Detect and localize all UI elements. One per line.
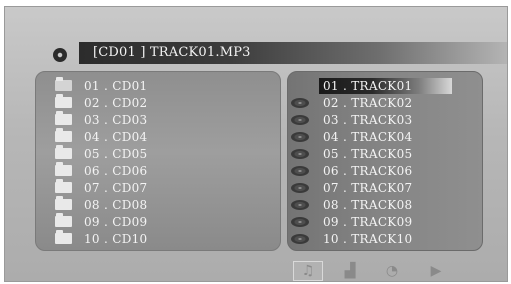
- folder-label: 05 . CD05: [84, 146, 148, 161]
- track-label: 09 . TRACK09: [323, 214, 413, 229]
- track-label: 07 . TRACK07: [323, 180, 413, 195]
- track-item[interactable]: 09 . TRACK09: [291, 213, 452, 230]
- folder-icon: [55, 94, 72, 108]
- video-mode-icon[interactable]: ▶: [421, 261, 451, 281]
- folder-item[interactable]: 04 . CD04: [55, 128, 148, 145]
- track-label: 05 . TRACK05: [323, 146, 413, 161]
- folder-label: 08 . CD08: [84, 197, 148, 212]
- track-item[interactable]: 01 . TRACK01: [291, 77, 453, 94]
- track-label: 01 . TRACK01: [319, 77, 453, 94]
- disc-icon: [53, 48, 67, 62]
- track-label: 10 . TRACK10: [323, 231, 413, 246]
- track-item[interactable]: 06 . TRACK06: [291, 162, 452, 179]
- track-item[interactable]: 04 . TRACK04: [291, 128, 452, 145]
- cd-icon: [291, 182, 309, 193]
- folder-label: 07 . CD07: [84, 180, 148, 195]
- track-label: 08 . TRACK08: [323, 197, 413, 212]
- folder-icon: [55, 196, 72, 210]
- folder-label: 03 . CD03: [84, 112, 148, 127]
- folder-item[interactable]: 05 . CD05: [55, 145, 148, 162]
- folder-label: 02 . CD02: [84, 95, 148, 110]
- folder-item[interactable]: 08 . CD08: [55, 196, 148, 213]
- cd-icon: [291, 131, 309, 142]
- track-label: 03 . TRACK03: [323, 112, 413, 127]
- track-item[interactable]: 08 . TRACK08: [291, 196, 452, 213]
- music-mode-icon[interactable]: ♫: [293, 261, 323, 281]
- folder-icon: [55, 162, 72, 176]
- folder-icon: [55, 111, 72, 125]
- folder-icon: [55, 213, 72, 227]
- folder-icon: [55, 230, 72, 244]
- track-item[interactable]: 03 . TRACK03: [291, 111, 452, 128]
- track-item[interactable]: 07 . TRACK07: [291, 179, 452, 196]
- track-label: 02 . TRACK02: [323, 95, 413, 110]
- folder-item[interactable]: 07 . CD07: [55, 179, 148, 196]
- folder-label: 04 . CD04: [84, 129, 148, 144]
- track-label: 06 . TRACK06: [323, 163, 413, 178]
- folder-item[interactable]: 03 . CD03: [55, 111, 148, 128]
- track-list: 01 . TRACK01 02 . TRACK02 03 . TRACK03 04 .…: [291, 77, 453, 247]
- photo-mode-icon[interactable]: ▟: [335, 261, 365, 281]
- media-browser-screen: [CD01 ] TRACK01.MP3 01 . CD01 02 . CD02 03…: [4, 6, 508, 282]
- cd-icon: [291, 233, 309, 244]
- track-item[interactable]: 10 . TRACK10: [291, 230, 452, 247]
- folder-item[interactable]: 01 . CD01: [55, 77, 148, 94]
- track-item[interactable]: 02 . TRACK02: [291, 94, 452, 111]
- folder-item[interactable]: 06 . CD06: [55, 162, 148, 179]
- folder-icon: [55, 128, 72, 142]
- folder-label: 06 . CD06: [84, 163, 148, 178]
- folder-list: 01 . CD01 02 . CD02 03 . CD03 04 . CD04 05 .…: [55, 77, 148, 247]
- cd-icon: [291, 165, 309, 176]
- folder-label: 10 . CD10: [84, 231, 148, 246]
- cd-icon: [291, 97, 309, 108]
- folder-label: 09 . CD09: [84, 214, 148, 229]
- cd-icon: [291, 216, 309, 227]
- folder-label: 01 . CD01: [84, 78, 148, 93]
- folder-icon: [55, 145, 72, 159]
- cd-icon: [291, 148, 309, 159]
- cd-icon: [291, 114, 309, 125]
- cd-icon: [291, 199, 309, 210]
- track-item[interactable]: 05 . TRACK05: [291, 145, 452, 162]
- folder-item[interactable]: 02 . CD02: [55, 94, 148, 111]
- now-playing-title: [CD01 ] TRACK01.MP3: [93, 45, 251, 60]
- folder-item[interactable]: 09 . CD09: [55, 213, 148, 230]
- folder-icon: [55, 179, 72, 193]
- track-label: 04 . TRACK04: [323, 129, 413, 144]
- disc-mode-icon[interactable]: ◔: [377, 261, 407, 281]
- folder-open-icon: [55, 77, 72, 91]
- folder-item[interactable]: 10 . CD10: [55, 230, 148, 247]
